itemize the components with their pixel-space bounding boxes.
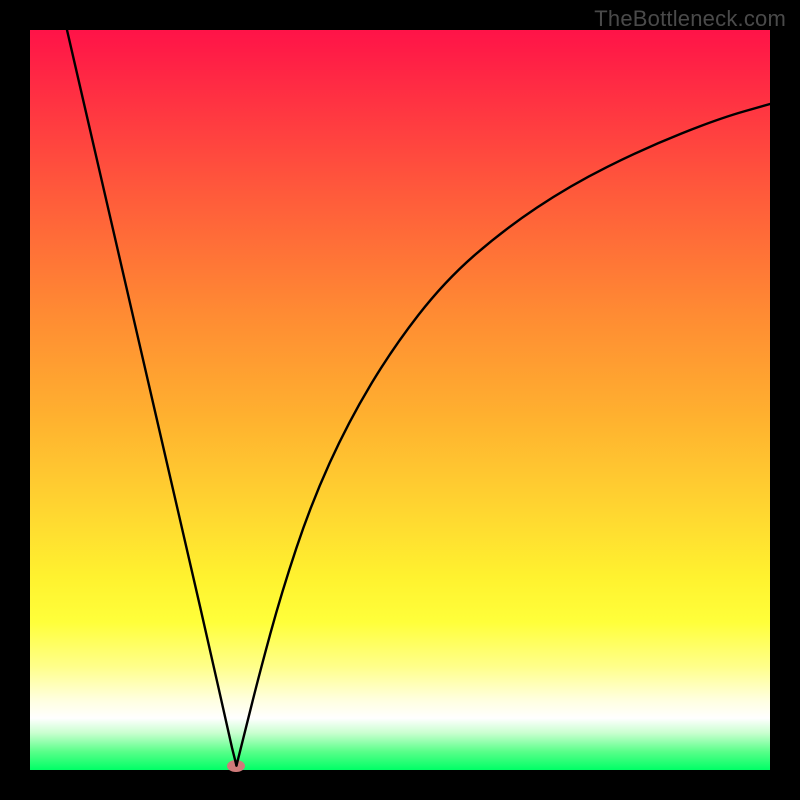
watermark-text: TheBottleneck.com	[594, 6, 786, 32]
bottleneck-curve	[30, 30, 770, 770]
curve-right-branch	[236, 104, 770, 766]
chart-frame: TheBottleneck.com	[0, 0, 800, 800]
curve-left-branch	[67, 30, 236, 766]
